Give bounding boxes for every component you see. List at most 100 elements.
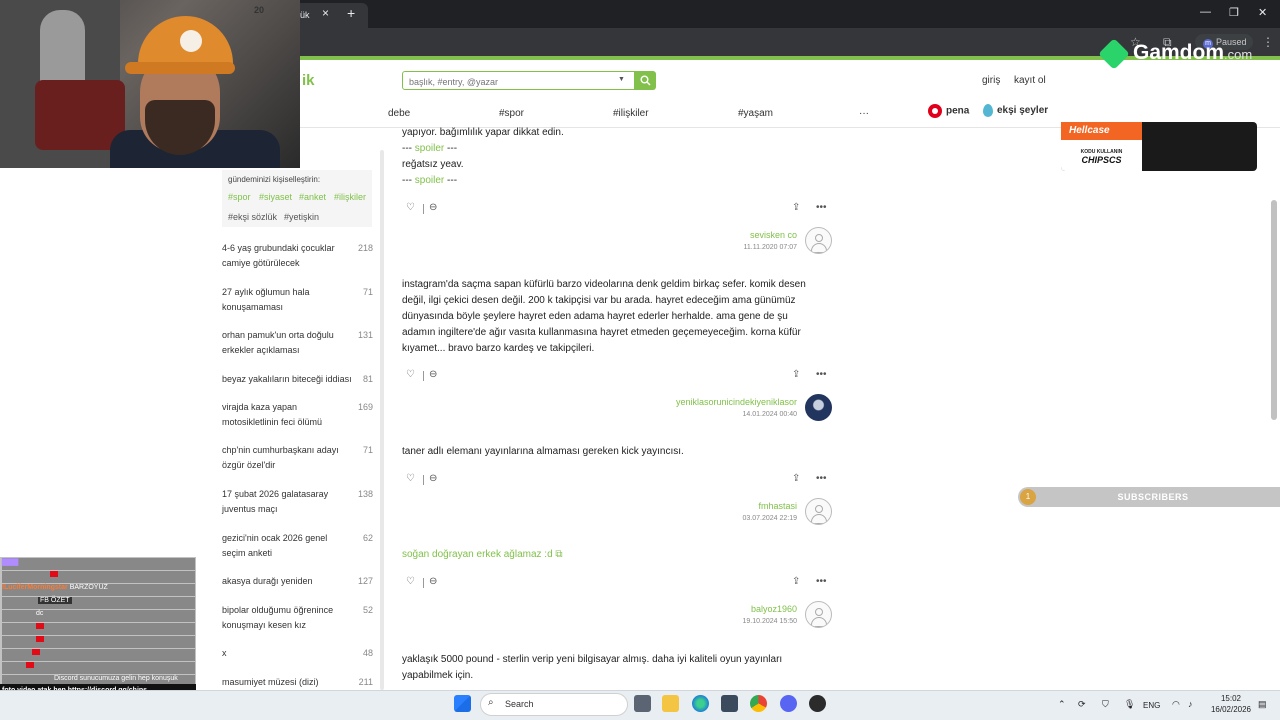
- sync-icon[interactable]: ⟳: [1078, 699, 1086, 710]
- tray-overflow-icon[interactable]: ⌃: [1058, 699, 1066, 710]
- tag-spor[interactable]: #spor: [228, 192, 251, 202]
- tag-yetiskin[interactable]: #yetişkin: [284, 212, 319, 222]
- chrome-icon[interactable]: [750, 695, 767, 712]
- close-window-icon[interactable]: ✕: [1258, 6, 1267, 19]
- wifi-icon[interactable]: ◠: [1172, 699, 1180, 710]
- entry-date[interactable]: 11.11.2020 07:07: [744, 244, 797, 251]
- more-icon[interactable]: •••: [816, 473, 827, 484]
- sidebar-topic[interactable]: 4-6 yaş grubundaki çocuklar camiye götür…: [222, 241, 347, 271]
- downvote-icon[interactable]: ⊖: [429, 202, 437, 213]
- sidebar-topic[interactable]: virajda kaza yapan motosikletlinin feci …: [222, 400, 347, 430]
- sidebar-topic[interactable]: x: [222, 646, 347, 661]
- sidebar-topic[interactable]: orhan pamuk'un orta doğulu erkekler açık…: [222, 328, 347, 358]
- sidebar-topic[interactable]: akasya durağı yeniden: [222, 574, 347, 589]
- store-icon[interactable]: [721, 695, 738, 712]
- share-icon[interactable]: ⇪: [792, 369, 800, 380]
- entry-author[interactable]: balyoz1960: [751, 604, 797, 614]
- taskbar-search[interactable]: Search: [480, 693, 628, 716]
- user-avatar[interactable]: [805, 394, 832, 421]
- spoiler-line: --- spoiler ---: [402, 143, 457, 154]
- sidebar-topic[interactable]: beyaz yakalıların biteceği iddiası: [222, 372, 362, 387]
- tab-title: ük: [300, 10, 310, 20]
- volume-icon[interactable]: ♪: [1188, 699, 1193, 709]
- sidebar-topic[interactable]: masumiyet müzesi (dizi): [222, 675, 347, 690]
- favorite-icon[interactable]: ♡: [406, 369, 415, 380]
- sidebar-topic[interactable]: chp'nin cumhurbaşkanı adayı özgür özel'd…: [222, 443, 347, 473]
- nav-yasam[interactable]: #yaşam: [738, 108, 773, 119]
- favorite-icon[interactable]: ♡: [406, 576, 415, 587]
- spoiler-link[interactable]: spoiler: [415, 175, 444, 186]
- nav-spor[interactable]: #spor: [499, 108, 524, 119]
- search-input[interactable]: [402, 71, 635, 90]
- entry-link[interactable]: soğan doğrayan erkek ağlamaz :d ⧉: [402, 549, 563, 560]
- more-icon[interactable]: •••: [816, 202, 827, 213]
- user-avatar[interactable]: [805, 227, 832, 254]
- chat-text: Discord sunucumuza gelin hep konuşuk: [54, 675, 178, 682]
- taskbar-clock[interactable]: 15:02 16/02/2026: [1203, 693, 1259, 715]
- register-link[interactable]: kayıt ol: [1014, 75, 1046, 86]
- more-icon[interactable]: •••: [816, 576, 827, 587]
- file-explorer-icon[interactable]: [662, 695, 679, 712]
- entry-date[interactable]: 03.07.2024 22:19: [743, 515, 798, 522]
- favorite-icon[interactable]: ♡: [406, 473, 415, 484]
- maximize-icon[interactable]: ❐: [1229, 6, 1239, 19]
- webcam-cap-brim: [125, 62, 235, 74]
- site-logo[interactable]: ik: [302, 72, 315, 89]
- login-link[interactable]: giriş: [982, 75, 1000, 86]
- share-icon[interactable]: ⇪: [792, 576, 800, 587]
- spoiler-link[interactable]: spoiler: [415, 143, 444, 154]
- sidebar-topic[interactable]: bipolar olduğumu öğrenince konuşmayı kes…: [222, 603, 347, 633]
- clock-time: 15:02: [1220, 694, 1242, 703]
- start-menu-icon[interactable]: [454, 695, 471, 712]
- sidebar-scrollbar[interactable]: [380, 150, 384, 690]
- nav-debe[interactable]: debe: [388, 108, 410, 119]
- nav-eksi-seyler[interactable]: ekşi şeyler: [983, 104, 1048, 117]
- sidebar-topic[interactable]: gezici'nin ocak 2026 genel seçim anketi: [222, 531, 347, 561]
- avatar-body: [811, 514, 827, 524]
- entry-date[interactable]: 14.01.2024 00:40: [743, 411, 798, 418]
- tab-close-icon[interactable]: ×: [322, 6, 329, 20]
- page-scrollbar[interactable]: [1271, 200, 1277, 420]
- downvote-icon[interactable]: ⊖: [429, 369, 437, 380]
- share-icon[interactable]: ⇪: [792, 473, 800, 484]
- chat-username: ILuciferMorningstar: [2, 584, 68, 591]
- entry-date[interactable]: 19.10.2024 15:50: [743, 618, 798, 625]
- avatar-body: [811, 243, 827, 253]
- language-indicator[interactable]: ENG: [1143, 701, 1160, 710]
- chat-text: dc: [36, 610, 44, 617]
- user-avatar[interactable]: [805, 498, 832, 525]
- nav-pena[interactable]: pena: [928, 104, 969, 118]
- entry-author[interactable]: yeniklasorunicindekiyeniklasor: [676, 397, 797, 407]
- nav-more[interactable]: ···: [859, 108, 869, 119]
- discord-icon[interactable]: [780, 695, 797, 712]
- notification-icon[interactable]: ▤: [1258, 699, 1267, 710]
- entry-author[interactable]: fmhastasi: [758, 501, 797, 511]
- microphone-icon[interactable]: 🎙: [1124, 699, 1135, 710]
- browser-menu-icon[interactable]: ⋮: [1262, 35, 1274, 49]
- task-view-icon[interactable]: [634, 695, 651, 712]
- nav-iliskiler[interactable]: #ilişkiler: [613, 108, 649, 119]
- edge-icon[interactable]: [692, 695, 709, 712]
- sidebar-topic[interactable]: 27 aylık oğlumun hala konuşamaması: [222, 285, 347, 315]
- minimize-icon[interactable]: —: [1200, 6, 1211, 18]
- spoiler-dashes: ---: [447, 143, 458, 154]
- sidebar-topic[interactable]: 17 şubat 2026 galatasaray juventus maçı: [222, 487, 347, 517]
- share-icon[interactable]: ⇪: [792, 202, 800, 213]
- tag-iliskiler[interactable]: #ilişkiler: [334, 192, 366, 202]
- search-button[interactable]: [635, 71, 656, 90]
- security-icon[interactable]: ⛉: [1102, 699, 1109, 710]
- gamdom-tld: .com: [1224, 47, 1253, 62]
- subscribers-bar: 1 SUBSCRIBERS: [1018, 487, 1280, 507]
- more-icon[interactable]: •••: [816, 369, 827, 380]
- user-avatar[interactable]: [805, 601, 832, 628]
- entry-author[interactable]: sevisken co: [750, 230, 797, 240]
- new-tab-icon[interactable]: +: [347, 5, 355, 21]
- tag-siyaset[interactable]: #siyaset: [259, 192, 292, 202]
- downvote-icon[interactable]: ⊖: [429, 473, 437, 484]
- tag-anket[interactable]: #anket: [299, 192, 326, 202]
- tag-eksi-sozluk[interactable]: #ekşi sözlük: [228, 212, 277, 222]
- favorite-icon[interactable]: ♡: [406, 202, 415, 213]
- downvote-icon[interactable]: ⊖: [429, 576, 437, 587]
- search-dropdown-icon[interactable]: ▼: [618, 76, 625, 83]
- app-icon[interactable]: [809, 695, 826, 712]
